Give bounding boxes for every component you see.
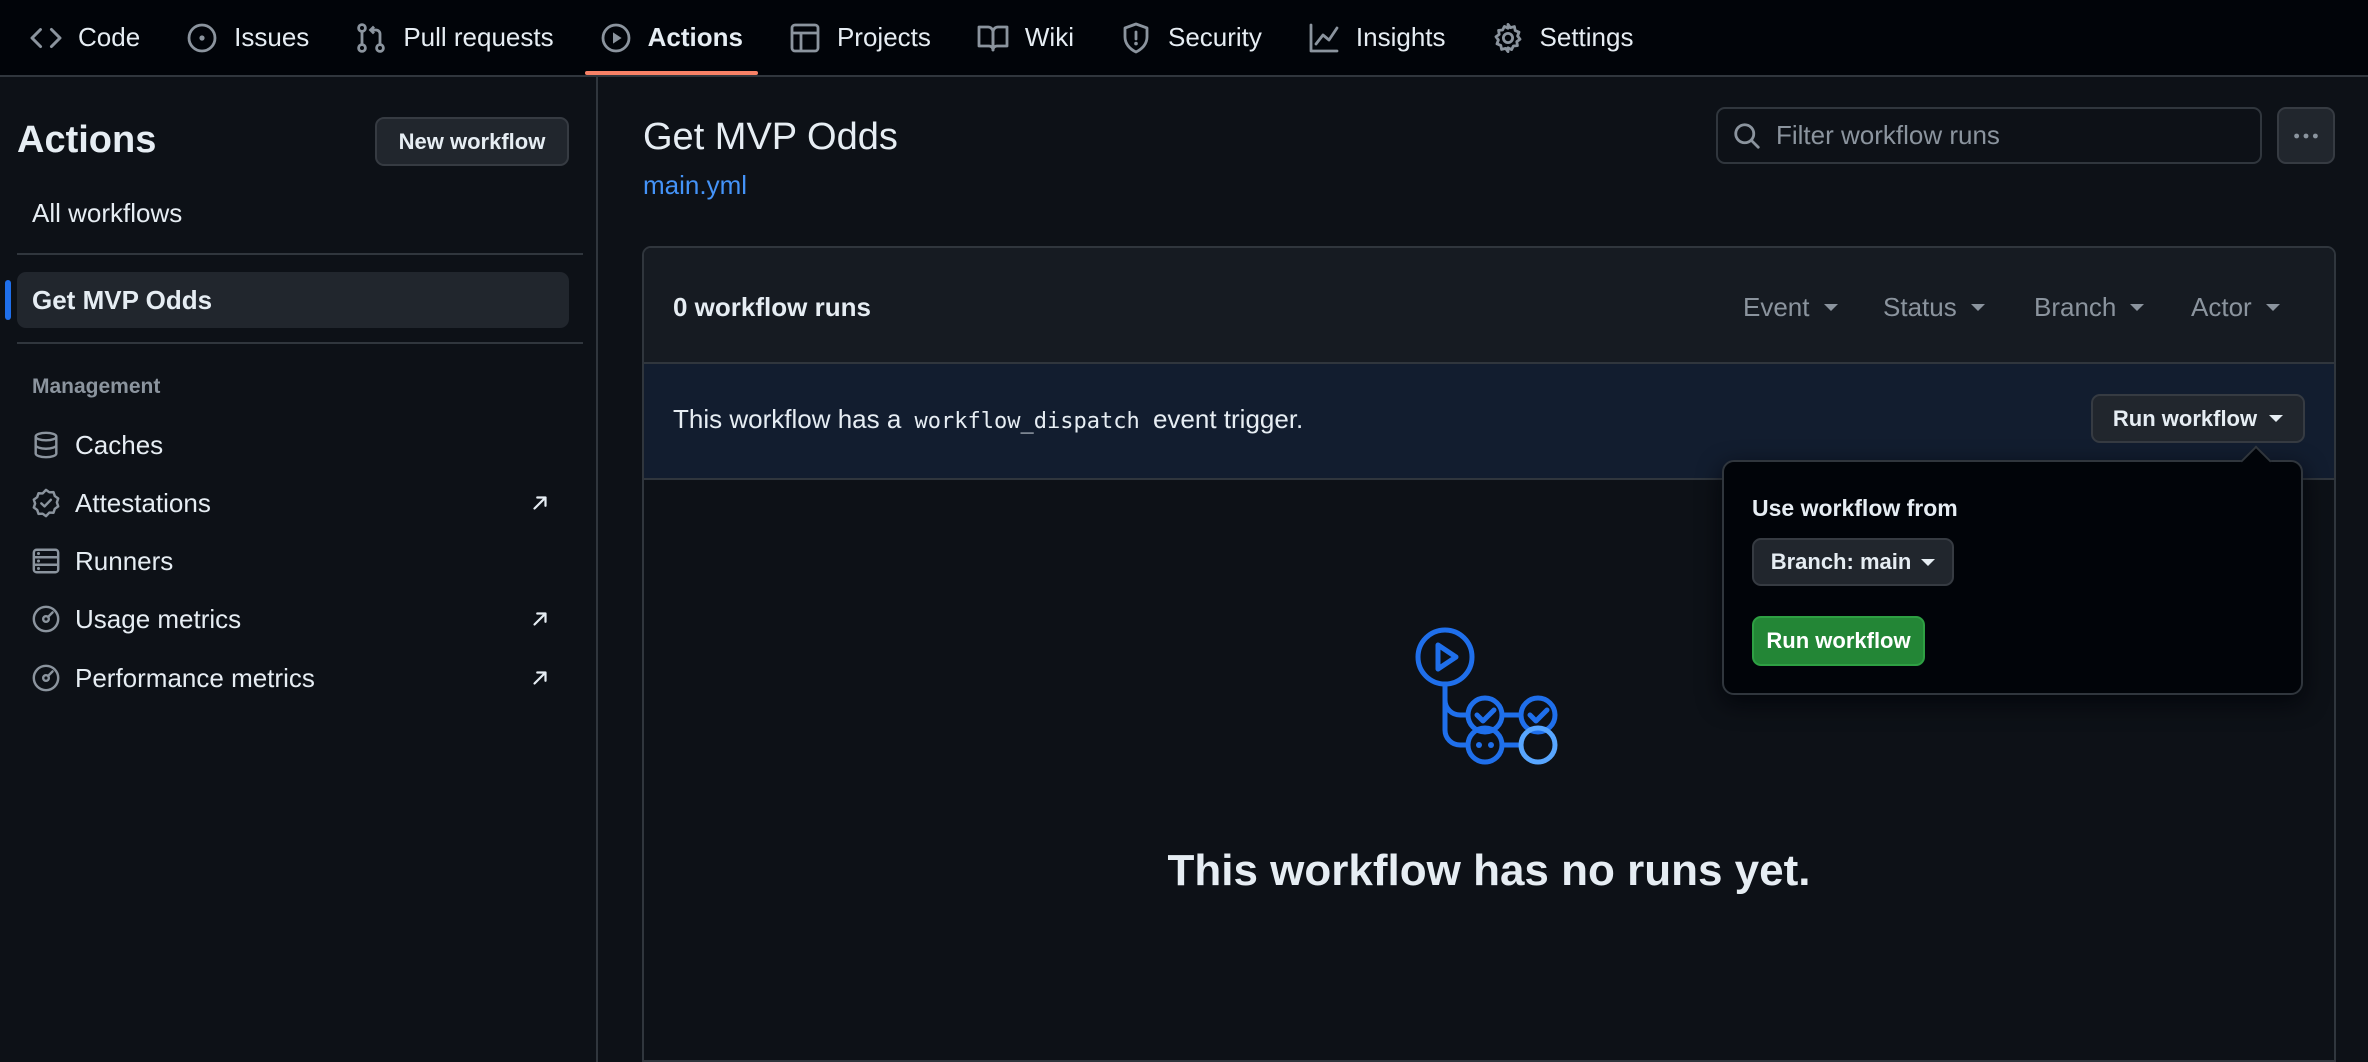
tab-code[interactable]: Code: [15, 0, 155, 75]
filter-branch-dropdown[interactable]: Branch: [2034, 292, 2145, 323]
tab-settings[interactable]: Settings: [1477, 0, 1649, 75]
triangle-down-icon: [1970, 304, 1985, 311]
tab-security[interactable]: Security: [1105, 0, 1277, 75]
tab-label: Pull requests: [403, 22, 554, 52]
sidebar-item-all-workflows[interactable]: All workflows: [32, 198, 182, 229]
button-label: Branch: main: [1770, 549, 1912, 574]
repo-nav: Code Issues Pull requests Actions Projec…: [0, 0, 2368, 77]
filter-status-dropdown[interactable]: Status: [1883, 292, 1985, 323]
run-workflow-popover: Use workflow from Branch: main Run workf…: [1722, 460, 2303, 695]
popover-label: Use workflow from: [1752, 495, 1958, 521]
triangle-down-icon: [2265, 304, 2280, 311]
link-external-icon: [529, 492, 551, 514]
sidebar-item-runners[interactable]: Runners: [17, 535, 569, 587]
filter-runs-input[interactable]: [1776, 120, 2246, 151]
tab-label: Security: [1167, 22, 1262, 52]
play-icon: [600, 22, 632, 54]
sidebar-item-label: Attestations: [75, 487, 211, 518]
tab-label: Code: [78, 22, 141, 52]
tab-label: Actions: [647, 22, 743, 52]
dispatch-code: workflow_dispatch: [914, 409, 1140, 434]
branch-select-button[interactable]: Branch: main: [1752, 538, 1954, 586]
link-external-icon: [529, 608, 551, 630]
workflow-graph-icon: [1415, 627, 1558, 765]
graph-icon: [1308, 22, 1340, 54]
actions-sidebar: Actions New workflow All workflows Get M…: [0, 77, 598, 1062]
filter-label: Branch: [2034, 292, 2117, 322]
run-workflow-dropdown-button[interactable]: Run workflow: [2091, 394, 2305, 443]
dispatch-prefix: This workflow has a: [673, 404, 902, 434]
run-workflow-button[interactable]: Run workflow: [1752, 616, 1925, 666]
gear-icon: [1492, 22, 1524, 54]
git-pull-request-icon: [355, 22, 387, 54]
tab-label: Wiki: [1024, 22, 1074, 52]
workflow-file-link[interactable]: main.yml: [643, 170, 747, 201]
sidebar-title: Actions: [17, 119, 157, 161]
sidebar-item-performance-metrics[interactable]: Performance metrics: [17, 652, 569, 704]
tab-actions[interactable]: Actions: [584, 0, 759, 75]
meter-icon: [31, 663, 61, 693]
sidebar-section-heading: Management: [32, 375, 161, 398]
sidebar-item-selected-workflow[interactable]: Get MVP Odds: [5, 272, 569, 328]
new-workflow-button[interactable]: New workflow: [375, 117, 569, 166]
server-icon: [31, 546, 61, 576]
database-icon: [31, 430, 61, 460]
tab-issues[interactable]: Issues: [171, 0, 324, 75]
code-icon: [30, 22, 62, 54]
filter-label: Status: [1883, 292, 1957, 322]
sidebar-item-label: Caches: [75, 429, 164, 460]
sidebar-divider: [17, 253, 583, 255]
tab-label: Projects: [836, 22, 931, 52]
triangle-down-icon: [1921, 558, 1936, 566]
book-icon: [977, 22, 1009, 54]
tab-insights[interactable]: Insights: [1293, 0, 1461, 75]
triangle-down-icon: [1823, 304, 1838, 311]
kebab-horizontal-icon: [2294, 133, 2318, 138]
triangle-down-icon: [2269, 415, 2284, 422]
sidebar-divider: [17, 342, 583, 344]
sidebar-item-label: Performance metrics: [75, 662, 315, 693]
search-icon: [1732, 121, 1762, 151]
shield-icon: [1120, 22, 1152, 54]
filter-event-dropdown[interactable]: Event: [1743, 292, 1838, 323]
filter-label: Actor: [2191, 292, 2252, 322]
tab-pull-requests[interactable]: Pull requests: [340, 0, 568, 75]
verified-icon: [31, 488, 61, 518]
table-icon: [789, 22, 821, 54]
button-label: Run workflow: [2112, 405, 2258, 431]
filter-workflow-runs: [1716, 107, 2262, 164]
issue-opened-icon: [186, 22, 218, 54]
tab-wiki[interactable]: Wiki: [962, 0, 1089, 75]
tab-label: Insights: [1355, 22, 1446, 52]
tab-projects[interactable]: Projects: [774, 0, 946, 75]
tab-label: Settings: [1539, 22, 1634, 52]
triangle-down-icon: [2130, 304, 2145, 311]
sidebar-item-usage-metrics[interactable]: Usage metrics: [17, 593, 569, 645]
filter-actor-dropdown[interactable]: Actor: [2191, 292, 2280, 323]
runs-count: 0 workflow runs: [673, 292, 871, 322]
empty-state-message: This workflow has no runs yet.: [1167, 846, 1811, 895]
runs-header: 0 workflow runs Event Status Branch Acto…: [644, 248, 2334, 364]
page-title: Get MVP Odds: [643, 116, 898, 158]
sidebar-item-label: Runners: [75, 545, 174, 576]
filter-label: Event: [1743, 292, 1810, 322]
sidebar-item-attestations[interactable]: Attestations: [17, 477, 569, 529]
sidebar-item-caches[interactable]: Caches: [17, 419, 569, 471]
link-external-icon: [529, 667, 551, 689]
dispatch-suffix: event trigger.: [1152, 404, 1304, 434]
tab-label: Issues: [234, 22, 310, 52]
dispatch-message: This workflow has a workflow_dispatch ev…: [673, 404, 1303, 435]
more-options-button[interactable]: [2277, 107, 2335, 164]
meter-icon: [31, 604, 61, 634]
sidebar-item-label: Usage metrics: [75, 603, 242, 634]
